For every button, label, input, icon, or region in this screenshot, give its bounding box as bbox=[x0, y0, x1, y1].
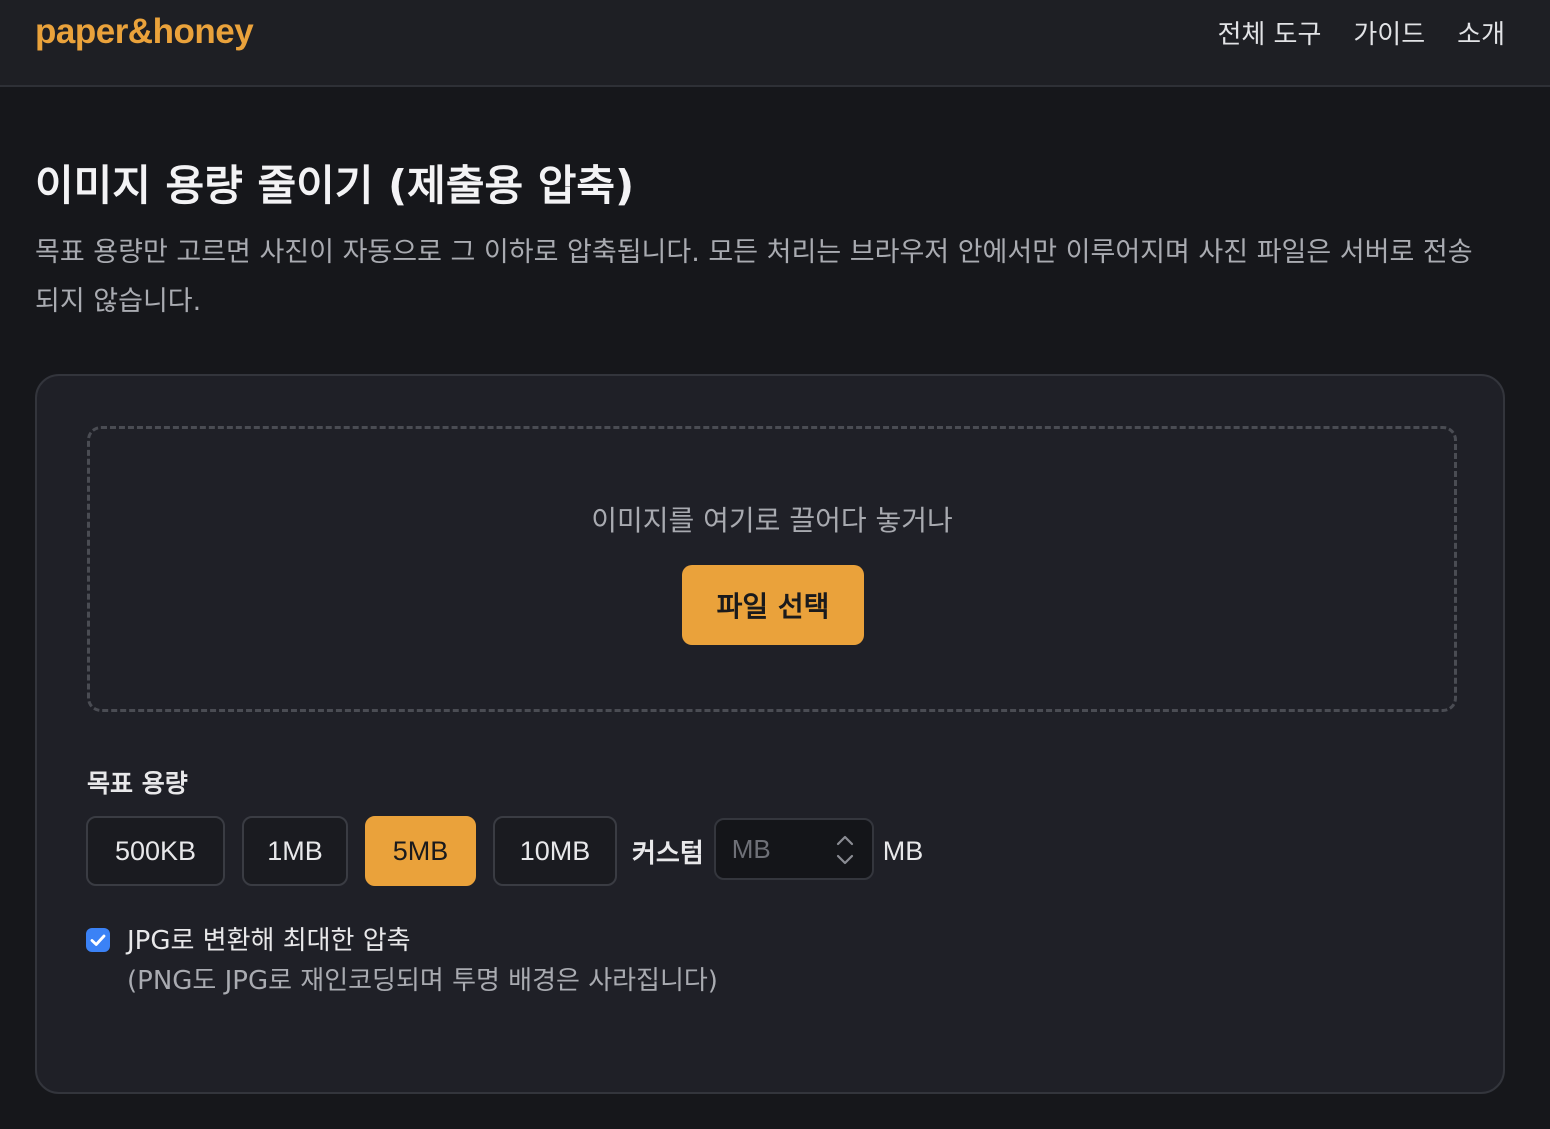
jpg-convert-hint: (PNG도 JPG로 재인코딩되며 투명 배경은 사라집니다) bbox=[127, 966, 718, 996]
custom-size-input[interactable] bbox=[715, 820, 826, 878]
size-option-500kb[interactable]: 500KB bbox=[86, 816, 225, 886]
checkmark-icon bbox=[90, 934, 106, 946]
jpg-convert-checkbox[interactable] bbox=[86, 928, 110, 952]
compress-card: 이미지를 여기로 끌어다 놓거나 파일 선택 목표 용량 500KB 1MB 5… bbox=[35, 374, 1505, 1094]
custom-size-unit: MB bbox=[882, 835, 924, 866]
custom-size-label: 커스텀 bbox=[632, 838, 704, 869]
top-bar: paper&honey 전체 도구 가이드 소개 bbox=[0, 0, 1550, 87]
nav-all-tools[interactable]: 전체 도구 bbox=[1217, 14, 1321, 51]
drop-zone[interactable]: 이미지를 여기로 끌어다 놓거나 파일 선택 bbox=[87, 426, 1457, 712]
nav-guide[interactable]: 가이드 bbox=[1353, 14, 1425, 51]
main-nav: 전체 도구 가이드 소개 bbox=[1217, 14, 1505, 51]
page-title: 이미지 용량 줄이기 (제출용 압축) bbox=[35, 161, 635, 210]
nav-about[interactable]: 소개 bbox=[1457, 14, 1505, 51]
drop-zone-text: 이미지를 여기로 끌어다 놓거나 bbox=[591, 504, 953, 537]
size-option-10mb[interactable]: 10MB bbox=[493, 816, 617, 886]
select-file-button[interactable]: 파일 선택 bbox=[682, 565, 864, 645]
size-option-1mb[interactable]: 1MB bbox=[242, 816, 348, 886]
custom-size-field bbox=[713, 818, 874, 880]
target-size-options: 500KB 1MB 5MB 10MB 커스텀 MB bbox=[86, 816, 923, 886]
stepper-arrows-icon[interactable] bbox=[834, 833, 856, 867]
logo[interactable]: paper&honey bbox=[35, 12, 254, 52]
target-size-label: 목표 용량 bbox=[87, 769, 188, 798]
jpg-convert-label[interactable]: JPG로 변환해 최대한 압축 bbox=[127, 920, 411, 957]
page-description: 목표 용량만 고르면 사진이 자동으로 그 이하로 압축됩니다. 모든 처리는 … bbox=[35, 237, 1473, 317]
size-option-5mb[interactable]: 5MB bbox=[365, 816, 476, 886]
